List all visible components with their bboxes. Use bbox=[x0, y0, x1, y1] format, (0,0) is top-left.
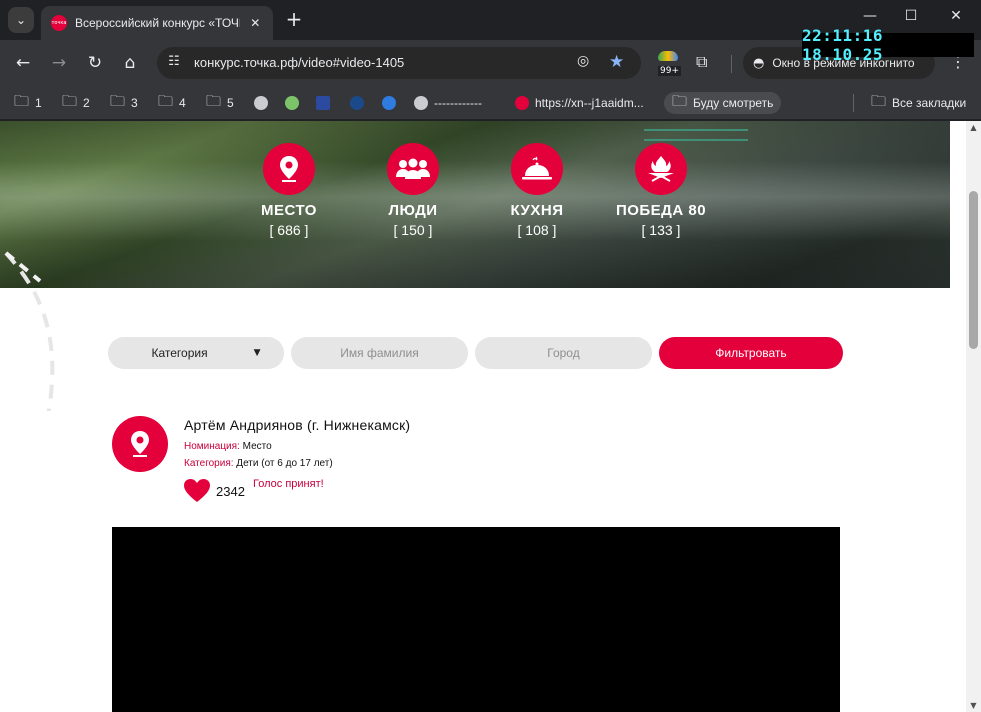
bookmark-site-c[interactable] bbox=[382, 92, 396, 114]
vote-count: 2342 bbox=[216, 483, 245, 499]
map-pin-icon bbox=[263, 143, 315, 195]
address-bar[interactable]: ☷ конкурс.точка.рф/video#video-1405 ◎ ★ bbox=[157, 47, 641, 79]
forward-arrow-icon[interactable]: → bbox=[46, 50, 72, 76]
entry-category: Категория: Дети (от 6 до 17 лет) bbox=[184, 458, 333, 469]
new-tab-button[interactable]: + bbox=[283, 8, 305, 30]
bookmark-folder-1[interactable]: 🗀 1 bbox=[14, 92, 42, 114]
folder-icon: 🗀 bbox=[14, 92, 30, 110]
category-select[interactable]: Категория ▼ bbox=[108, 337, 284, 369]
bookmarks-bar: 🗀 1 🗀 2 🗀 3 🗀 4 🗀 5 ------------ https://xn--… bbox=[0, 86, 981, 120]
video-player[interactable] bbox=[112, 527, 840, 712]
nomination-value: Место bbox=[239, 441, 272, 452]
globe-icon bbox=[254, 96, 268, 110]
tab-title: Всероссийский конкурс «ТОЧКА bbox=[75, 16, 240, 30]
category-name: КУХНЯ bbox=[510, 202, 564, 219]
flame-favicon-icon bbox=[382, 96, 396, 110]
entry-nomination: Номинация: Место bbox=[184, 441, 272, 452]
eye-slash-icon[interactable]: ◎ bbox=[577, 53, 589, 69]
heart-icon[interactable] bbox=[184, 479, 210, 503]
category-name: МЕСТО bbox=[261, 202, 317, 219]
scrollbar[interactable]: ▲ ▼ bbox=[966, 121, 981, 712]
site-settings-icon[interactable]: ☷ bbox=[165, 54, 183, 72]
vote-block: 2342 bbox=[184, 479, 245, 503]
filter-bar: Категория ▼ Фильтровать bbox=[108, 337, 848, 369]
hero-fence bbox=[644, 129, 748, 141]
bookmark-star-icon[interactable]: ★ bbox=[609, 52, 624, 72]
chevron-down-icon: ⌄ bbox=[15, 13, 27, 27]
bookmark-watch-later[interactable]: 🗀 Буду смотреть bbox=[664, 92, 782, 114]
category-count: [ 686 ] bbox=[269, 222, 309, 238]
bookmark-folder-5[interactable]: 🗀 5 bbox=[206, 92, 234, 114]
category-people[interactable]: ЛЮДИ [ 150 ] bbox=[348, 143, 478, 238]
bookmark-dashes[interactable]: ------------ bbox=[414, 92, 482, 114]
caret-down-icon: ▼ bbox=[253, 348, 261, 358]
city-input[interactable] bbox=[475, 337, 652, 369]
bookmark-folder-3[interactable]: 🗀 3 bbox=[110, 92, 138, 114]
category-name: ЛЮДИ bbox=[388, 202, 438, 219]
reload-icon[interactable]: ↻ bbox=[82, 50, 108, 76]
home-icon[interactable]: ⌂ bbox=[117, 50, 143, 76]
extension-badge: 99+ bbox=[658, 66, 681, 76]
site-favicon-icon bbox=[515, 96, 529, 110]
category-count: [ 150 ] bbox=[393, 222, 433, 238]
category-name: ПОБЕДА 80 bbox=[615, 202, 707, 219]
category-cuisine[interactable]: КУХНЯ [ 108 ] bbox=[472, 143, 602, 238]
map-pin-icon bbox=[112, 416, 168, 472]
cloche-icon bbox=[511, 143, 563, 195]
bookmark-folder-2[interactable]: 🗀 2 bbox=[62, 92, 90, 114]
bookmarks-divider bbox=[853, 94, 854, 112]
scroll-down-icon[interactable]: ▼ bbox=[966, 701, 981, 710]
category-count: [ 108 ] bbox=[517, 222, 557, 238]
folder-icon: 🗀 bbox=[672, 92, 688, 110]
tab-search-button[interactable]: ⌄ bbox=[8, 7, 34, 33]
nomination-key: Номинация: bbox=[184, 441, 240, 452]
back-arrow-icon[interactable]: ← bbox=[10, 50, 36, 76]
active-tab[interactable]: точка Всероссийский конкурс «ТОЧКА ✕ bbox=[41, 6, 273, 40]
category-victory[interactable]: ПОБЕДА 80 [ 133 ] bbox=[596, 143, 726, 238]
folder-icon: 🗀 bbox=[871, 92, 887, 110]
category-key: Категория: bbox=[184, 458, 234, 469]
decorative-dashed-arc bbox=[4, 251, 55, 411]
category-select-label: Категория bbox=[151, 346, 208, 360]
folder-icon: 🗀 bbox=[110, 92, 126, 110]
toolbar-divider bbox=[731, 55, 732, 73]
name-input[interactable] bbox=[291, 337, 468, 369]
window-close-icon[interactable]: ✕ bbox=[946, 8, 966, 24]
weather-channel-icon bbox=[316, 96, 330, 110]
globe-icon bbox=[414, 96, 428, 110]
bookmark-tochka[interactable]: https://xn--j1aaidm... bbox=[515, 92, 644, 114]
eternal-flame-icon bbox=[635, 143, 687, 195]
tab-close-icon[interactable]: ✕ bbox=[248, 16, 263, 30]
tab-favicon: точка bbox=[51, 15, 67, 31]
bookmark-site-b[interactable] bbox=[350, 92, 364, 114]
site-favicon-icon bbox=[285, 96, 299, 110]
incognito-icon: ◓ bbox=[753, 55, 765, 71]
category-count: [ 133 ] bbox=[641, 222, 681, 238]
folder-icon: 🗀 bbox=[158, 92, 174, 110]
clock-overlay: 22:11:16 18.10.25 bbox=[802, 26, 974, 64]
hero-banner: МЕСТО [ 686 ] ЛЮДИ [ 150 ] КУХНЯ [ 108 ]… bbox=[0, 121, 950, 288]
people-icon bbox=[387, 143, 439, 195]
folder-icon: 🗀 bbox=[206, 92, 222, 110]
vote-status: Голос принят! bbox=[253, 478, 324, 490]
extensions-puzzle-icon[interactable]: ⧉ bbox=[696, 52, 707, 72]
bookmark-folder-4[interactable]: 🗀 4 bbox=[158, 92, 186, 114]
entry-title: Артём Андриянов (г. Нижнекамск) bbox=[184, 417, 411, 433]
folder-icon: 🗀 bbox=[62, 92, 78, 110]
page-viewport: МЕСТО [ 686 ] ЛЮДИ [ 150 ] КУХНЯ [ 108 ]… bbox=[0, 121, 966, 712]
scroll-up-icon[interactable]: ▲ bbox=[966, 123, 981, 132]
minimize-icon[interactable]: — bbox=[860, 8, 880, 24]
bookmark-site-a[interactable] bbox=[285, 92, 299, 114]
url-text[interactable]: конкурс.точка.рф/video#video-1405 bbox=[194, 55, 404, 70]
filter-button[interactable]: Фильтровать bbox=[659, 337, 843, 369]
category-value: Дети (от 6 до 17 лет) bbox=[233, 458, 333, 469]
bookmark-weather[interactable] bbox=[316, 92, 330, 114]
all-bookmarks[interactable]: 🗀 Все закладки bbox=[871, 92, 966, 114]
scrollbar-thumb[interactable] bbox=[969, 191, 978, 349]
category-place[interactable]: МЕСТО [ 686 ] bbox=[224, 143, 354, 238]
maximize-icon[interactable]: ☐ bbox=[901, 8, 921, 24]
site-favicon-icon bbox=[350, 96, 364, 110]
bookmark-globe[interactable] bbox=[254, 92, 268, 114]
